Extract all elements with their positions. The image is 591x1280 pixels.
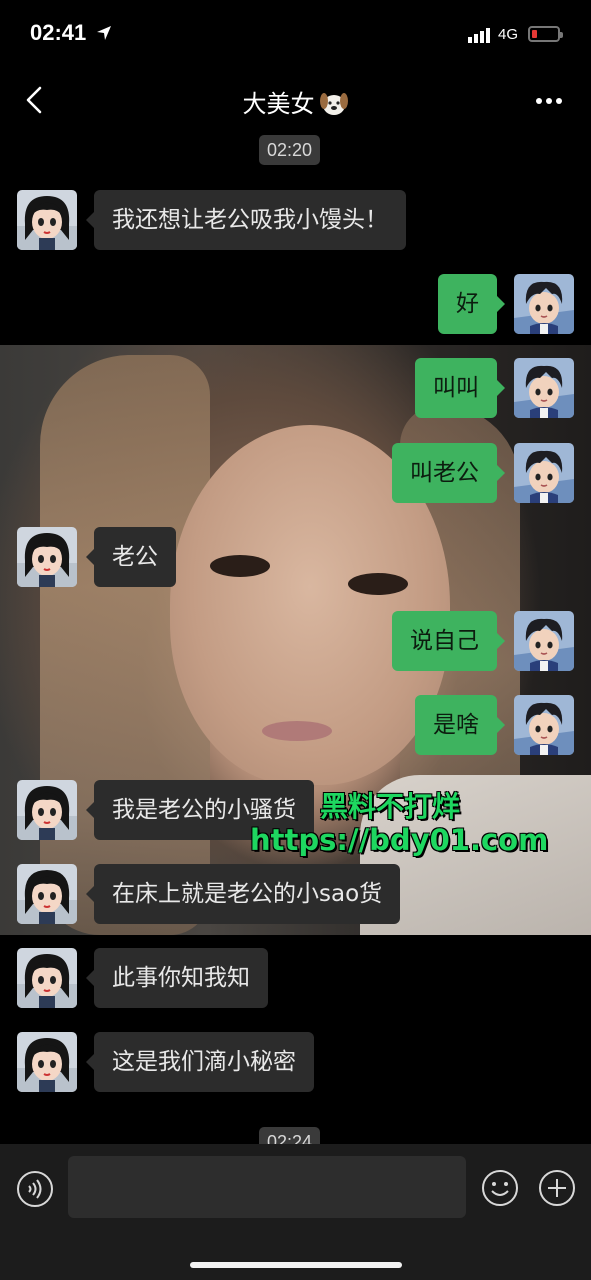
my-avatar[interactable] — [514, 443, 574, 503]
message-bubble[interactable]: 这是我们滴小秘密 — [86, 1032, 314, 1092]
chat-header: 大美女 — [0, 70, 591, 132]
message-bubble[interactable]: 是啥 — [415, 695, 505, 755]
contact-avatar[interactable] — [17, 1032, 77, 1092]
timestamp: 02:20 — [259, 135, 321, 165]
home-indicator — [190, 1262, 402, 1268]
contact-avatar[interactable] — [17, 527, 77, 587]
message-bubble[interactable]: 老公 — [86, 527, 176, 587]
contact-name: 大美女 — [242, 90, 315, 118]
message-input[interactable] — [68, 1156, 466, 1218]
status-time: 02:41 — [30, 20, 87, 45]
my-avatar[interactable] — [514, 358, 574, 418]
plus-circle-icon[interactable] — [537, 1168, 577, 1208]
my-avatar[interactable] — [514, 611, 574, 671]
message-bubble[interactable]: 说自己 — [392, 611, 505, 671]
contact-avatar[interactable] — [17, 948, 77, 1008]
message-bubble[interactable]: 叫叫 — [415, 358, 505, 418]
my-avatar[interactable] — [514, 274, 574, 334]
contact-avatar[interactable] — [17, 780, 77, 840]
voice-icon[interactable] — [16, 1170, 54, 1208]
my-avatar[interactable] — [514, 695, 574, 755]
contact-avatar[interactable] — [17, 864, 77, 924]
message-bubble[interactable]: 在床上就是老公的小sao货 — [85, 864, 401, 924]
chat-title: 大美女 — [0, 84, 591, 119]
message-bubble[interactable]: 此事你知我知 — [86, 948, 268, 1008]
network-type: 4G — [498, 26, 519, 43]
status-bar: 02:41 4G — [0, 0, 591, 70]
message-bubble[interactable]: 我还想让老公吸我小馒头！ — [86, 190, 406, 250]
emoji-smile-icon[interactable] — [480, 1168, 520, 1208]
timestamp: 02:24 — [259, 1127, 321, 1144]
location-arrow-icon — [97, 26, 111, 40]
message-bubble[interactable]: 好 — [438, 274, 505, 334]
contact-avatar[interactable] — [17, 190, 77, 250]
dog-emoji-icon — [319, 93, 348, 115]
chat-area[interactable]: 02:20 我还想让老公吸我小馒头！ 好 叫叫 叫老公 老公 说自己 是啥 我是… — [0, 132, 591, 1144]
message-bubble[interactable]: 叫老公 — [392, 443, 505, 503]
more-dots-icon[interactable] — [535, 97, 563, 105]
battery-icon — [528, 26, 563, 42]
signal-icon — [468, 28, 490, 43]
watermark-url: https://bdy01.com — [250, 823, 549, 857]
watermark-title: 黑料不打烊 — [320, 790, 461, 823]
input-bar — [0, 1144, 591, 1280]
